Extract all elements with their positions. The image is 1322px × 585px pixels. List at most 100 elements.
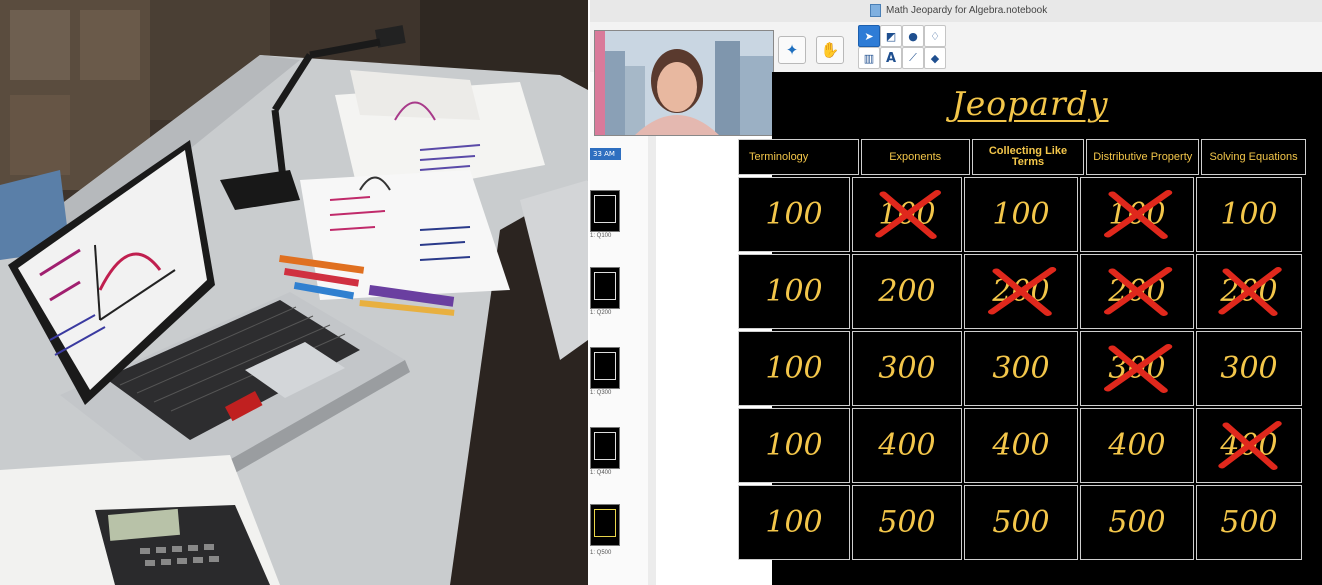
text-tool[interactable]: A — [880, 47, 902, 69]
classroom-photo — [0, 0, 588, 585]
page-thumbnail-label: 1: Q500 — [590, 550, 612, 556]
page-thumbnail-label: 1: Q100 — [590, 233, 612, 239]
fill-tool[interactable]: ♢ — [924, 25, 946, 47]
value-row: 100 300 300 300 300 — [737, 330, 1307, 407]
arrow-cursor-icon: ➤ — [864, 29, 874, 43]
shape-pen-icon: ◩ — [885, 29, 897, 43]
smart-notebook-window: Math Jeopardy for Algebra.notebook ✦ ✋ ➤… — [590, 0, 1322, 585]
board-cell[interactable]: 100 — [1196, 177, 1302, 252]
board-cell[interactable]: 300 — [1080, 331, 1194, 406]
webcam-overlay[interactable] — [594, 30, 774, 136]
window-title-text: Math Jeopardy for Algebra.notebook — [886, 5, 1048, 16]
thumbnail-frame — [594, 432, 616, 460]
eraser-tool[interactable]: ◆ — [924, 47, 946, 69]
table-icon: ▥ — [863, 51, 875, 65]
board-cell[interactable]: 200 — [1080, 254, 1194, 329]
point-value: 300 — [1220, 351, 1278, 386]
page-thumbnail[interactable] — [590, 427, 620, 469]
point-value: 100 — [1220, 197, 1278, 232]
value-row: 100 500 500 500 500 — [737, 484, 1307, 561]
shape-recognition-tool[interactable]: ◩ — [880, 25, 902, 47]
value-row: 100 200 200 200 200 — [737, 253, 1307, 330]
board-cell[interactable]: 100 — [852, 177, 962, 252]
thumbnail-frame — [594, 272, 616, 300]
point-value: 400 — [1220, 428, 1278, 463]
board-cell[interactable]: 200 — [964, 254, 1078, 329]
point-value: 500 — [878, 505, 936, 540]
jeopardy-board: Terminology Exponents Collecting Like Te… — [737, 138, 1307, 561]
board-cell[interactable]: 100 — [738, 331, 850, 406]
fill-bucket-icon: ♢ — [930, 29, 940, 43]
board-cell[interactable]: 400 — [1080, 408, 1194, 483]
jeopardy-slide[interactable]: Jeopardy Terminology Exponents Collectin… — [738, 72, 1322, 585]
webcam-video-illustration — [595, 31, 773, 135]
page-thumbnail[interactable] — [590, 504, 620, 546]
eraser-icon: ◆ — [930, 51, 940, 65]
thumbnail-frame — [594, 195, 616, 223]
thumbnail-frame — [594, 352, 616, 380]
board-cell[interactable]: 300 — [852, 331, 962, 406]
point-value: 400 — [878, 428, 936, 463]
response-tool-button[interactable]: ✋ — [816, 36, 844, 64]
point-value: 500 — [992, 505, 1050, 540]
board-cell[interactable]: 100 — [738, 177, 850, 252]
point-value: 500 — [1108, 505, 1166, 540]
shapes-tool[interactable]: ● — [902, 25, 924, 47]
line-icon: ⟋ — [909, 51, 917, 64]
board-cell[interactable]: 400 — [1196, 408, 1302, 483]
board-cell[interactable]: 100 — [738, 408, 850, 483]
thumbnail-frame — [594, 509, 616, 537]
page-thumbnail[interactable] — [590, 267, 620, 309]
point-value: 100 — [765, 351, 823, 386]
point-value: 300 — [1108, 351, 1166, 386]
table-tool[interactable]: ▥ — [858, 47, 880, 69]
slide-title: Jeopardy — [951, 84, 1109, 123]
board-cell[interactable]: 500 — [1196, 485, 1302, 560]
point-value: 200 — [1220, 274, 1278, 309]
category-header: Solving Equations — [1201, 139, 1306, 175]
category-header: Distributive Property — [1086, 139, 1200, 175]
text-icon: A — [885, 50, 897, 66]
page-sorter-sidebar: 33 AM 1: Q100 1: Q200 1: Q300 1: Q400 1:… — [590, 72, 649, 585]
board-cell[interactable]: 300 — [964, 331, 1078, 406]
hand-icon: ✋ — [820, 41, 840, 59]
board-cell[interactable]: 100 — [738, 485, 850, 560]
page-thumbnail-label: 1: Q200 — [590, 310, 612, 316]
point-value: 100 — [765, 274, 823, 309]
board-cell[interactable]: 100 — [738, 254, 850, 329]
category-header: Exponents — [860, 139, 970, 175]
board-cell[interactable]: 100 — [1080, 177, 1194, 252]
point-value: 200 — [1108, 274, 1166, 309]
point-value: 100 — [765, 197, 823, 232]
board-cell[interactable]: 500 — [1080, 485, 1194, 560]
window-title: Math Jeopardy for Algebra.notebook — [870, 4, 1047, 17]
point-value: 200 — [878, 274, 936, 309]
category-header: Collecting Like Terms — [971, 139, 1085, 175]
point-value: 100 — [765, 428, 823, 463]
line-tool[interactable]: ⟋ — [902, 47, 924, 69]
point-value: 100 — [765, 505, 823, 540]
board-cell[interactable]: 400 — [964, 408, 1078, 483]
point-value: 400 — [1108, 428, 1166, 463]
page-thumbnail[interactable] — [590, 347, 620, 389]
value-row: 100 400 400 400 400 — [737, 407, 1307, 484]
point-value: 500 — [1220, 505, 1278, 540]
board-cell[interactable]: 200 — [1196, 254, 1302, 329]
add-on-icon-button[interactable]: ✦ — [778, 36, 806, 64]
board-cell[interactable]: 500 — [852, 485, 962, 560]
tool-palette: ➤ ◩ ● ♢ ▥ A ⟋ ◆ — [858, 25, 946, 69]
board-cell[interactable]: 200 — [852, 254, 962, 329]
board-cell[interactable]: 500 — [964, 485, 1078, 560]
board-cell[interactable]: 300 — [1196, 331, 1302, 406]
point-value: 100 — [992, 197, 1050, 232]
point-value: 100 — [1108, 197, 1166, 232]
value-grid: 100 100 100 100 100 100 200 200 200 200 100 300 300 3… — [737, 176, 1307, 561]
board-cell[interactable]: 400 — [852, 408, 962, 483]
window-titlebar: Math Jeopardy for Algebra.notebook — [590, 0, 1322, 23]
page-thumbnail[interactable] — [590, 190, 620, 232]
select-tool[interactable]: ➤ — [858, 25, 880, 47]
point-value: 300 — [878, 351, 936, 386]
point-value: 100 — [878, 197, 936, 232]
page-thumbnail-label: 1: Q400 — [590, 470, 612, 476]
board-cell[interactable]: 100 — [964, 177, 1078, 252]
